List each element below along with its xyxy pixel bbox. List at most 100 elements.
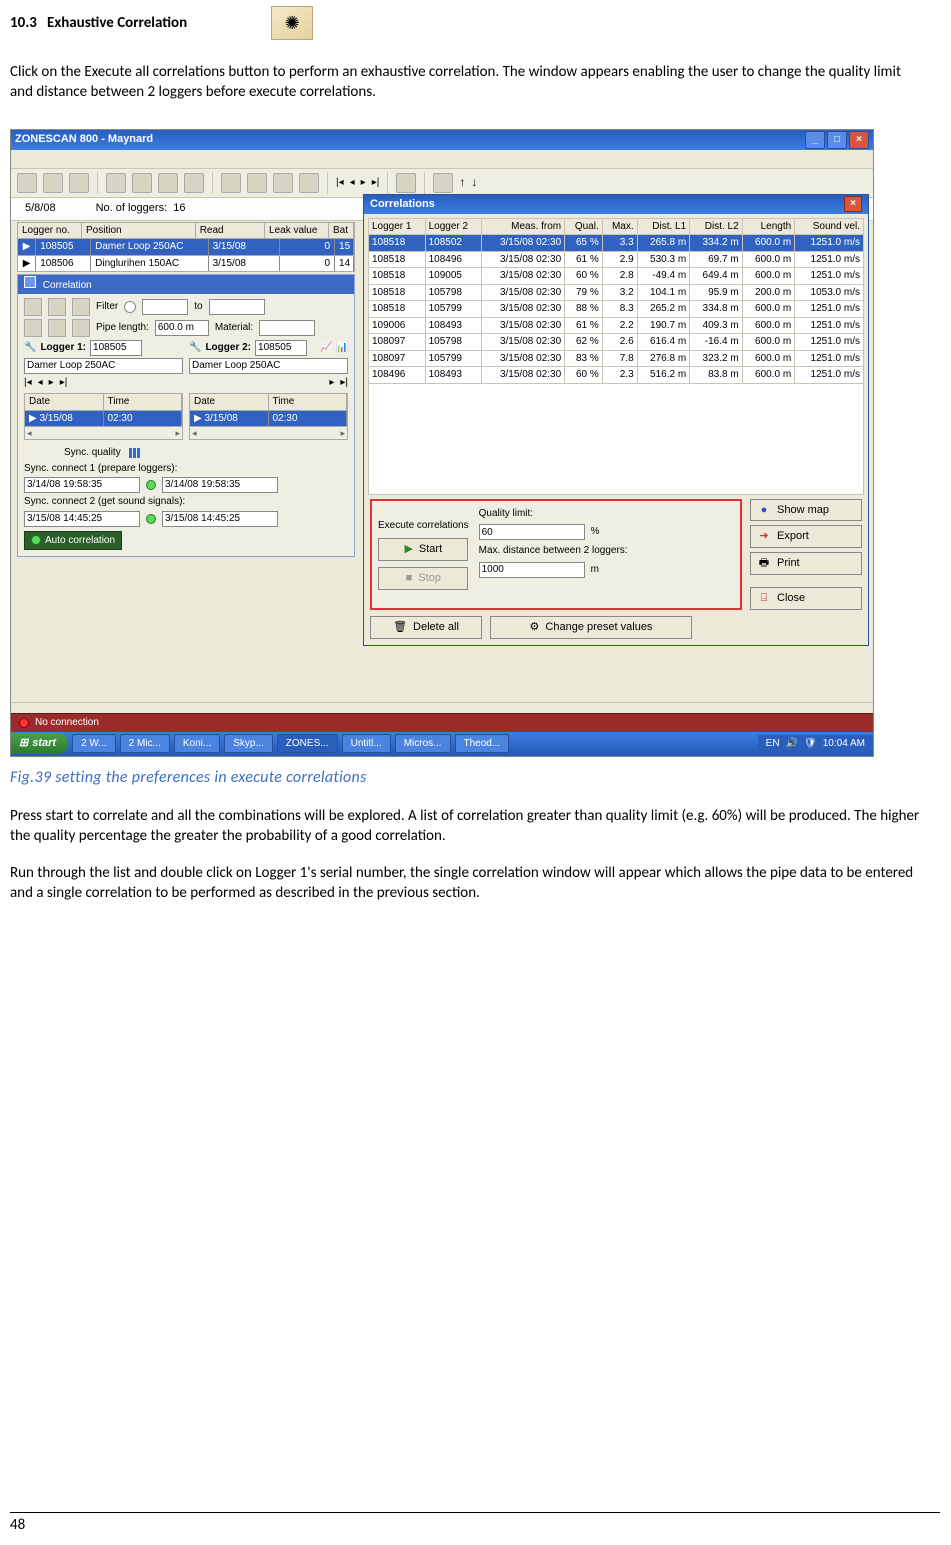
tray-icon[interactable]: 🔊 bbox=[786, 737, 798, 751]
table-row[interactable]: 1080971057983/15/08 02:3062 %2.6616.4 m-… bbox=[369, 334, 864, 351]
material-input[interactable] bbox=[259, 320, 315, 336]
toolbar-icon[interactable] bbox=[433, 173, 453, 193]
maximize-icon[interactable]: □ bbox=[827, 131, 847, 149]
column-header[interactable]: Meas. from bbox=[482, 218, 565, 235]
toolbar-icon[interactable] bbox=[247, 173, 267, 193]
toolbar-icon[interactable] bbox=[24, 319, 42, 337]
nav-prev-icon[interactable]: ◂ bbox=[38, 376, 43, 390]
toolbar-icon[interactable] bbox=[17, 173, 37, 193]
nav-last-icon[interactable]: ▸| bbox=[60, 376, 68, 390]
sync2-time-a[interactable]: 3/15/08 14:45:25 bbox=[24, 511, 140, 527]
table-row[interactable]: 1085181057983/15/08 02:3079 %3.2104.1 m9… bbox=[369, 284, 864, 301]
export-button[interactable]: ➜ Export bbox=[750, 525, 862, 548]
column-header[interactable]: Logger 2 bbox=[425, 218, 482, 235]
toolbar-icon[interactable] bbox=[132, 173, 152, 193]
windows-logo-icon: ⊞ bbox=[19, 736, 28, 751]
system-tray[interactable]: EN 🔊 🛡 10:04 AM bbox=[758, 735, 873, 753]
nav-first-icon[interactable]: |◂ bbox=[336, 176, 344, 190]
taskbar-item[interactable]: Koni... bbox=[174, 734, 220, 754]
print-icon[interactable] bbox=[48, 298, 66, 316]
stop-button[interactable]: ■ Stop bbox=[378, 567, 468, 590]
table-row[interactable]: 1085181085023/15/08 02:3065 %3.3265.8 m3… bbox=[369, 235, 864, 252]
column-header[interactable]: Dist. L1 bbox=[637, 218, 690, 235]
toolbar-icon[interactable] bbox=[69, 173, 89, 193]
logger2-position[interactable]: Damer Loop 250AC bbox=[189, 358, 348, 374]
down-arrow-icon[interactable]: ↓ bbox=[471, 174, 477, 190]
table-row[interactable]: 1080971057993/15/08 02:3083 %7.8276.8 m3… bbox=[369, 350, 864, 367]
nav-last-icon[interactable]: ▸| bbox=[340, 376, 348, 390]
taskbar-item[interactable]: Skyp... bbox=[224, 734, 273, 754]
radio-icon[interactable] bbox=[124, 301, 136, 313]
nav-next-icon[interactable]: ▸ bbox=[49, 376, 54, 390]
sync2-time-b[interactable]: 3/15/08 14:45:25 bbox=[162, 511, 278, 527]
toolbar-icon[interactable] bbox=[273, 173, 293, 193]
logger1-field[interactable]: 108505 bbox=[90, 340, 142, 356]
column-header[interactable]: Length bbox=[742, 218, 795, 235]
filter-from-input[interactable] bbox=[142, 299, 188, 315]
date-time-row[interactable]: ▶ 3/15/0802:30 bbox=[189, 411, 348, 428]
taskbar-item[interactable]: 2 Mic... bbox=[120, 734, 170, 754]
logger-list-row[interactable]: ▶108505Damer Loop 250AC3/15/08015 bbox=[17, 239, 355, 256]
nav-next-icon[interactable]: ▸ bbox=[329, 376, 334, 390]
print-button[interactable]: 🖶 Print bbox=[750, 552, 862, 575]
close-button[interactable]: ⍈ Close bbox=[750, 587, 862, 610]
column-header[interactable]: Sound vel. bbox=[795, 218, 864, 235]
toolbar-icon[interactable] bbox=[184, 173, 204, 193]
pipe-length-value[interactable]: 600.0 m bbox=[155, 320, 209, 336]
minimize-icon[interactable]: _ bbox=[805, 131, 825, 149]
nav-last-icon[interactable]: ▸| bbox=[372, 176, 380, 190]
logger2-field[interactable]: 108505 bbox=[255, 340, 307, 356]
toolbar-icon[interactable] bbox=[24, 298, 42, 316]
toolbar-icon[interactable] bbox=[72, 298, 90, 316]
start-button[interactable]: ⊞ start bbox=[11, 733, 68, 754]
start-button[interactable]: ▶ Start bbox=[378, 538, 468, 561]
column-header[interactable]: Dist. L2 bbox=[690, 218, 743, 235]
toolbar-icon[interactable] bbox=[48, 319, 66, 337]
taskbar-item[interactable]: 2 W... bbox=[72, 734, 116, 754]
taskbar-item[interactable]: Theod... bbox=[455, 734, 510, 754]
toolbar-icon[interactable] bbox=[221, 173, 241, 193]
close-icon[interactable]: × bbox=[849, 131, 869, 149]
scrollbar[interactable]: ◂▸ bbox=[189, 427, 348, 440]
tray-icon[interactable]: 🛡 bbox=[804, 737, 817, 751]
taskbar-item[interactable]: ZONES... bbox=[277, 734, 338, 754]
table-row[interactable]: 1085181090053/15/08 02:3060 %2.8-49.4 m6… bbox=[369, 268, 864, 285]
table-row[interactable]: 1085181084963/15/08 02:3061 %2.9530.3 m6… bbox=[369, 251, 864, 268]
scrollbar[interactable]: ◂▸ bbox=[24, 427, 183, 440]
toolbar-icon[interactable] bbox=[106, 173, 126, 193]
sync1-time-b[interactable]: 3/14/08 19:58:35 bbox=[162, 477, 278, 493]
logger-list-row[interactable]: ▶108506Dinglurihen 150AC3/15/08014 bbox=[17, 256, 355, 273]
nav-next-icon[interactable]: ▸ bbox=[361, 176, 366, 190]
toolbar-icon[interactable] bbox=[72, 319, 90, 337]
filter-to-input[interactable] bbox=[209, 299, 265, 315]
toolbar-icon[interactable] bbox=[43, 173, 63, 193]
table-row[interactable]: 1084961084933/15/08 02:3060 %2.3516.2 m8… bbox=[369, 367, 864, 384]
up-arrow-icon[interactable]: ↑ bbox=[459, 174, 465, 190]
logger-icon: 🔧 bbox=[189, 341, 201, 355]
sync1-time-a[interactable]: 3/14/08 19:58:35 bbox=[24, 477, 140, 493]
toolbar-icon[interactable] bbox=[396, 173, 416, 193]
column-header[interactable]: Qual. bbox=[565, 218, 603, 235]
popup-close-icon[interactable]: × bbox=[844, 196, 862, 212]
logger1-position[interactable]: Damer Loop 250AC bbox=[24, 358, 183, 374]
change-preset-button[interactable]: ⚙ Change preset values bbox=[490, 616, 692, 639]
taskbar-item[interactable]: Untitl... bbox=[342, 734, 391, 754]
column-header[interactable]: Max. bbox=[602, 218, 637, 235]
quality-limit-input[interactable] bbox=[479, 524, 585, 540]
nav-first-icon[interactable]: |◂ bbox=[24, 376, 32, 390]
auto-correlation-button[interactable]: Auto correlation bbox=[24, 531, 122, 551]
date-time-row[interactable]: ▶ 3/15/0802:30 bbox=[24, 411, 183, 428]
table-row[interactable]: 1090061084933/15/08 02:3061 %2.2190.7 m4… bbox=[369, 317, 864, 334]
taskbar-item[interactable]: Micros... bbox=[395, 734, 451, 754]
toolbar-icon[interactable] bbox=[299, 173, 319, 193]
delete-all-button[interactable]: 🗑 Delete all bbox=[370, 616, 482, 639]
table-row[interactable]: 1085181057993/15/08 02:3088 %8.3265.2 m3… bbox=[369, 301, 864, 318]
show-map-button[interactable]: ● Show map bbox=[750, 499, 862, 522]
column-header[interactable]: Logger 1 bbox=[369, 218, 426, 235]
max-distance-input[interactable] bbox=[479, 562, 585, 578]
nav-prev-icon[interactable]: ◂ bbox=[350, 176, 355, 190]
chart-icon[interactable]: 📈 📊 bbox=[320, 341, 348, 355]
toolbar-icon[interactable] bbox=[158, 173, 178, 193]
language-indicator[interactable]: EN bbox=[766, 737, 780, 751]
menu-item[interactable] bbox=[17, 151, 20, 166]
